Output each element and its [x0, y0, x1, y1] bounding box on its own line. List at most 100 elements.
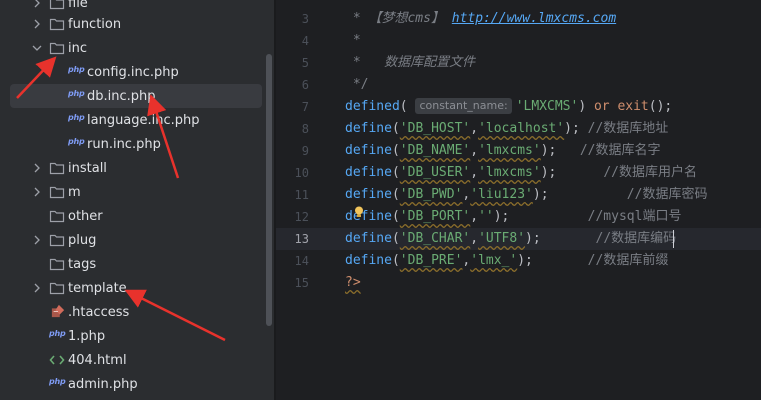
line-number: 10	[294, 166, 309, 180]
code-line-current: 13 define('DB_CHAR','UTF8'); //数据库编码	[276, 228, 761, 250]
tree-item-label: plug	[68, 232, 97, 248]
tree-scrollbar[interactable]	[266, 54, 272, 326]
folder-icon	[49, 234, 65, 247]
code-line: 3 * 【梦想cms】 http://www.lmxcms.com	[276, 8, 761, 30]
tree-item-admin-php[interactable]: php admin.php	[0, 372, 274, 396]
folder-icon	[49, 42, 65, 55]
line-number: 3	[301, 12, 309, 26]
line-number: 7	[301, 100, 309, 114]
tree-item-label: db.inc.php	[87, 88, 156, 104]
project-tree: file function inc php config.inc.php php…	[0, 0, 274, 400]
code-line: 6 */	[276, 74, 761, 96]
tree-item-label: file	[68, 0, 88, 11]
code-line: 12 define('DB_PORT',''); //mysql端口号	[276, 206, 761, 228]
tree-item-plug[interactable]: plug	[0, 228, 274, 252]
parameter-hint: constant_name:	[415, 98, 512, 114]
folder-icon	[49, 210, 65, 223]
line-number: 15	[294, 276, 309, 290]
code-text: ?>	[345, 275, 361, 290]
line-number: 9	[301, 144, 309, 158]
code-text: define('DB_USER','lmxcms'); //数据库用户名	[345, 165, 697, 180]
tree-item-label: inc	[68, 40, 87, 56]
line-number: 4	[301, 34, 309, 48]
tree-item-label: language.inc.php	[87, 112, 200, 128]
code-line: 15 ?>	[276, 272, 761, 294]
chevron-down-icon[interactable]	[31, 42, 43, 54]
url-link[interactable]: http://www.lmxcms.com	[452, 11, 616, 26]
line-number: 11	[294, 188, 309, 202]
chevron-right-icon[interactable]	[31, 186, 43, 198]
tree-item-label: other	[68, 208, 103, 224]
config-file-icon	[51, 304, 65, 318]
code-text: define('DB_NAME','lmxcms'); //数据库名字	[345, 143, 661, 158]
folder-icon	[49, 186, 65, 199]
code-text: define('DB_PORT',''); //mysql端口号	[345, 209, 682, 224]
tree-item-htaccess[interactable]: .htaccess	[0, 300, 274, 324]
tree-item-run-inc-php[interactable]: php run.inc.php	[0, 132, 274, 156]
chevron-right-icon[interactable]	[31, 234, 43, 246]
folder-icon	[49, 258, 65, 271]
tree-item-label: tags	[68, 256, 97, 272]
tree-item-label: 404.html	[68, 352, 127, 368]
php-file-icon: php	[68, 89, 85, 98]
code-line: 7 defined( constant_name: 'LMXCMS') or ex…	[276, 96, 761, 118]
tree-item-m[interactable]: m	[0, 180, 274, 204]
tree-item-1-php[interactable]: php 1.php	[0, 324, 274, 348]
code-text: define('DB_PWD','liu123'); //数据库密码	[345, 187, 708, 202]
chevron-right-icon[interactable]	[31, 0, 43, 9]
folder-icon	[49, 162, 65, 175]
tree-item-label: admin.php	[68, 376, 138, 392]
tree-item-label: install	[68, 160, 107, 176]
tree-item-404-html[interactable]: 404.html	[0, 348, 274, 372]
tree-item-label: function	[68, 16, 122, 32]
tree-item-template[interactable]: template	[0, 276, 274, 300]
code-text: define('DB_PRE','lmx_'); //数据库前缀	[345, 253, 669, 268]
tree-item-language-inc-php[interactable]: php language.inc.php	[0, 108, 274, 132]
chevron-right-icon[interactable]	[31, 162, 43, 174]
code-editor[interactable]: 3 * 【梦想cms】 http://www.lmxcms.com 4 * 5 …	[276, 0, 761, 400]
tree-item-function[interactable]: function	[0, 12, 274, 36]
tree-item-db-inc-php[interactable]: php db.inc.php	[10, 84, 262, 108]
tree-item-inc[interactable]: inc	[0, 36, 274, 60]
code-line: 9 define('DB_NAME','lmxcms'); //数据库名字	[276, 140, 761, 162]
text-caret	[673, 230, 674, 248]
code-text: * 数据库配置文件	[345, 55, 476, 70]
line-number: 8	[301, 122, 309, 136]
php-file-icon: php	[49, 377, 66, 386]
code-text: * 【梦想cms】 http://www.lmxcms.com	[345, 11, 617, 26]
chevron-right-icon[interactable]	[31, 282, 43, 294]
line-number: 13	[294, 232, 309, 246]
tree-item-label: .htaccess	[68, 304, 130, 320]
tree-item-other[interactable]: other	[0, 204, 274, 228]
code-text: *	[345, 33, 361, 48]
php-file-icon: php	[68, 137, 85, 146]
code-text: define('DB_CHAR','UTF8'); //数据库编码	[345, 231, 677, 246]
tree-item-label: 1.php	[68, 328, 106, 344]
tree-item-label: template	[68, 280, 127, 296]
tree-item-tags[interactable]: tags	[0, 252, 274, 276]
tree-item-label: config.inc.php	[87, 64, 179, 80]
folder-icon	[49, 0, 65, 10]
php-file-icon: php	[49, 329, 66, 338]
line-number: 14	[294, 254, 309, 268]
php-file-icon: php	[68, 65, 85, 74]
line-number: 6	[301, 78, 309, 92]
code-text: */	[345, 77, 369, 92]
tree-item-install[interactable]: install	[0, 156, 274, 180]
html-file-icon	[49, 355, 65, 365]
code-line: 11 define('DB_PWD','liu123'); //数据库密码	[276, 184, 761, 206]
tree-item-label: m	[68, 184, 81, 200]
code-line: 8 define('DB_HOST','localhost'); //数据库地址	[276, 118, 761, 140]
lightbulb-icon[interactable]	[354, 206, 364, 218]
line-number: 5	[301, 56, 309, 70]
folder-icon	[49, 282, 65, 295]
tree-item-config-inc-php[interactable]: php config.inc.php	[0, 60, 274, 84]
code-text: defined( constant_name: 'LMXCMS') or exit…	[345, 98, 673, 114]
code-line: 10 define('DB_USER','lmxcms'); //数据库用户名	[276, 162, 761, 184]
code-line: 14 define('DB_PRE','lmx_'); //数据库前缀	[276, 250, 761, 272]
folder-icon	[49, 18, 65, 31]
php-file-icon: php	[68, 113, 85, 122]
tree-item-label: run.inc.php	[87, 136, 161, 152]
code-line: 4 *	[276, 30, 761, 52]
chevron-right-icon[interactable]	[31, 18, 43, 30]
